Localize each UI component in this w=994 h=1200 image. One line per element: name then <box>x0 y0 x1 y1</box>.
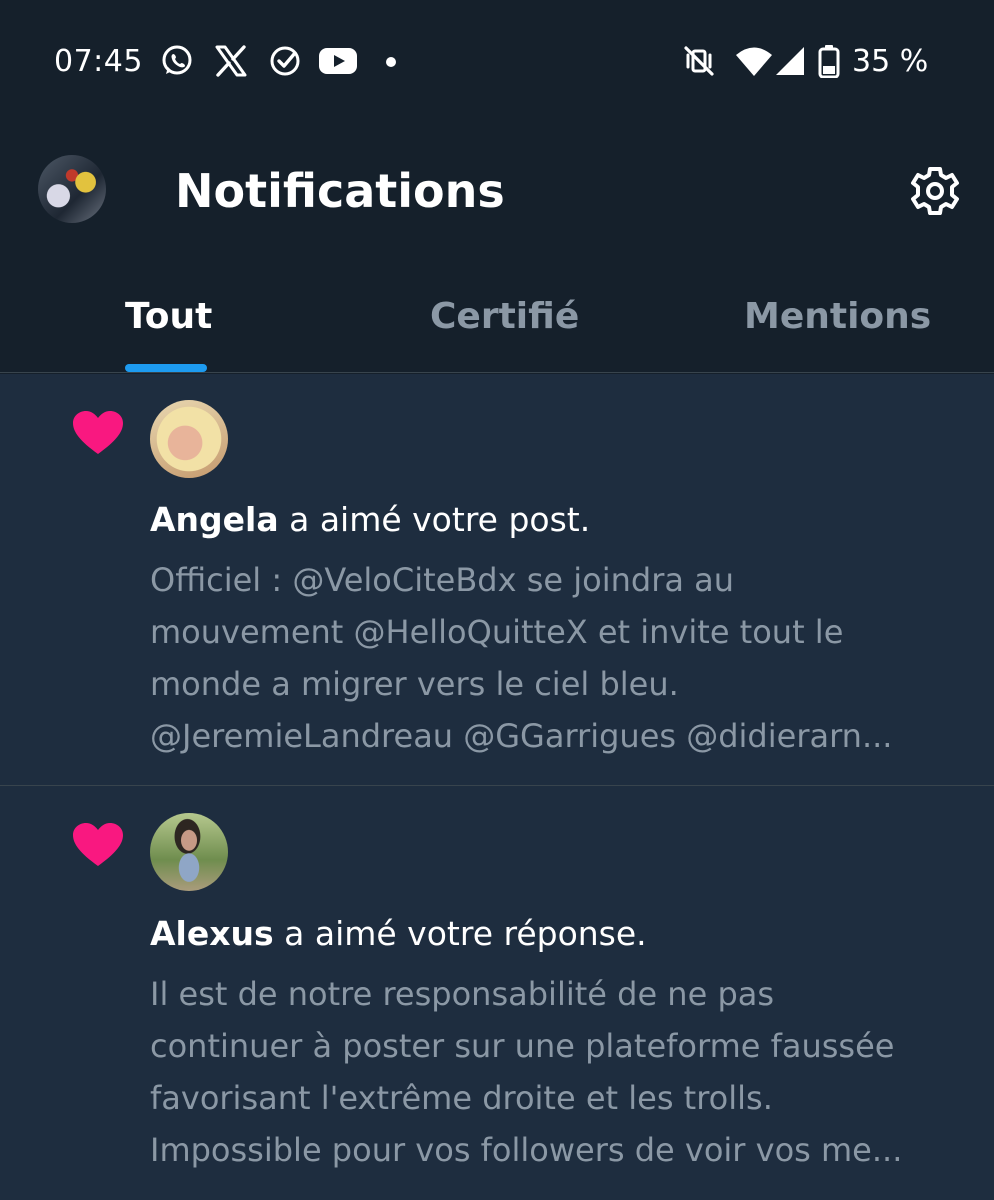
heart-like-icon <box>73 411 123 454</box>
notification-tabs: Tout Certifié Mentions <box>0 260 994 373</box>
post-preview-line: Impossible pour vos followers de voir vo… <box>150 1131 903 1169</box>
active-tab-indicator <box>125 364 207 372</box>
battery-icon <box>818 45 840 78</box>
post-preview-line: monde a migrer vers le ciel bleu. <box>150 665 679 703</box>
page-title: Notifications <box>175 164 505 218</box>
whatsapp-icon <box>162 45 192 75</box>
notification-action: a aimé votre post. <box>278 500 591 539</box>
notification-action: a aimé votre réponse. <box>273 914 647 953</box>
mute-vibrate-icon <box>684 46 714 76</box>
status-time: 07:45 <box>54 44 143 79</box>
user-name[interactable]: Alexus <box>150 914 274 953</box>
wifi-icon <box>736 47 772 76</box>
notification-summary: Alexus a aimé votre réponse. <box>150 914 647 953</box>
post-preview-text[interactable]: Il est de notre responsabilité de ne pas… <box>150 968 965 1176</box>
settings-gear-icon[interactable] <box>906 162 964 220</box>
post-preview-line: continuer à poster sur une plateforme fa… <box>150 1027 895 1065</box>
check-circle-icon <box>270 46 300 76</box>
profile-avatar[interactable] <box>38 155 106 223</box>
screen: 07:45 35 % Notifications Tout Certifié M… <box>0 0 994 1200</box>
post-preview-line: Il est de notre responsabilité de ne pas <box>150 975 775 1013</box>
status-bar: 07:45 35 % <box>0 0 994 120</box>
heart-like-icon <box>73 823 123 866</box>
notification-summary: Angela a aimé votre post. <box>150 500 590 539</box>
user-avatar-alexus[interactable] <box>150 813 228 891</box>
post-preview-line: Officiel : @VeloCiteBdx se joindra au <box>150 561 735 599</box>
post-preview-text[interactable]: Officiel : @VeloCiteBdx se joindra au mo… <box>150 554 965 762</box>
post-preview-line: mouvement @HelloQuitteX et invite tout l… <box>150 613 844 651</box>
post-preview-line: favorisant l'extrême droite et les troll… <box>150 1079 773 1117</box>
header: Notifications <box>0 120 994 260</box>
post-preview-line: @JeremieLandreau @GGarrigues @didierarn.… <box>150 717 893 755</box>
tab-tout[interactable]: Tout <box>125 296 212 337</box>
tab-certifie[interactable]: Certifié <box>430 296 579 337</box>
notification-feed: Angela a aimé votre post. Officiel : @Ve… <box>0 374 994 1200</box>
notification-item[interactable]: Alexus a aimé votre réponse. Il est de n… <box>0 785 994 1200</box>
notification-item[interactable]: Angela a aimé votre post. Officiel : @Ve… <box>0 374 994 785</box>
battery-percent: 35 % <box>852 44 929 79</box>
youtube-icon <box>319 48 357 74</box>
cellular-signal-icon <box>776 47 804 75</box>
user-name[interactable]: Angela <box>150 500 279 539</box>
tab-mentions[interactable]: Mentions <box>744 296 931 337</box>
x-icon <box>215 45 247 77</box>
notification-dot <box>386 57 396 67</box>
user-avatar-angela[interactable] <box>150 400 228 478</box>
